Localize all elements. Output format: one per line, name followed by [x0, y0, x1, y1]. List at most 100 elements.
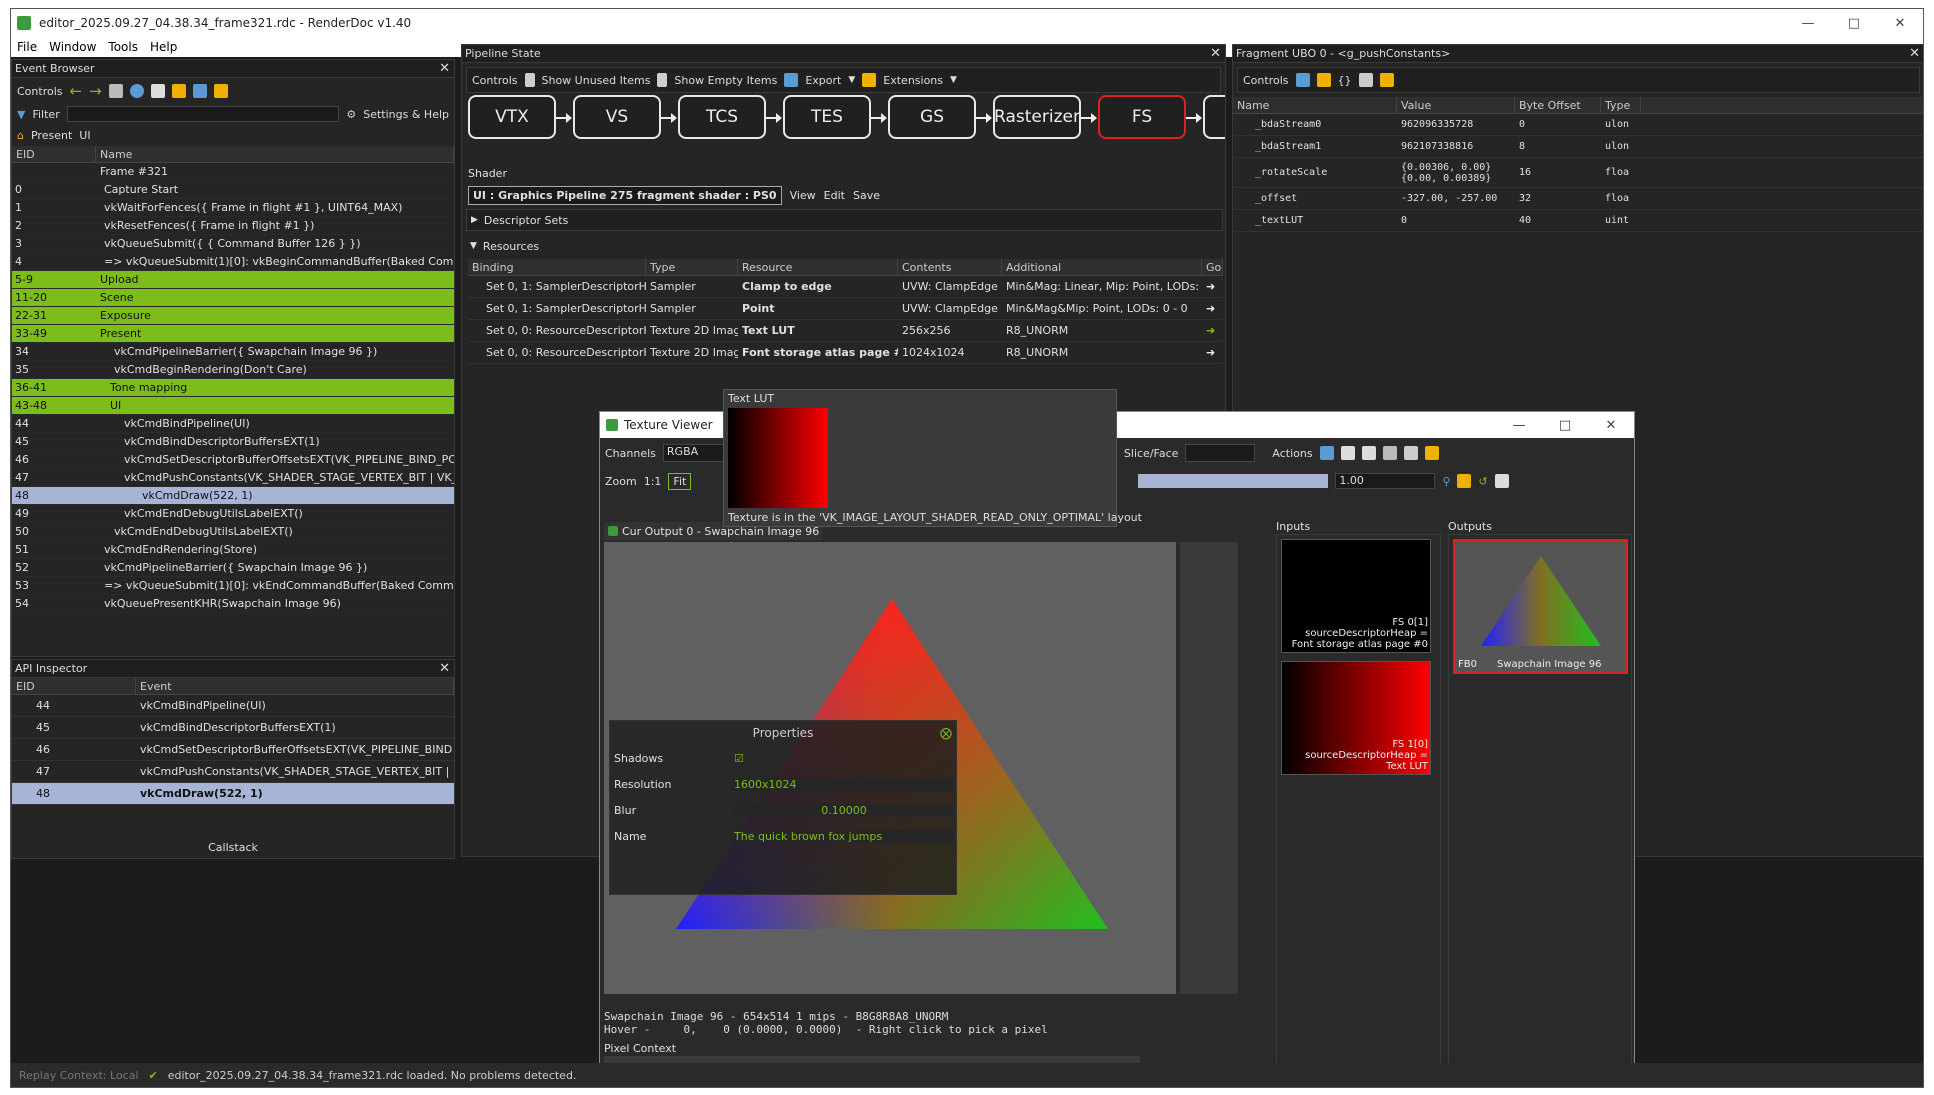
- close-circle-icon[interactable]: ⨂: [940, 726, 952, 740]
- event-row[interactable]: 43-48 UI: [12, 397, 454, 415]
- close-icon[interactable]: ✕: [439, 662, 450, 675]
- api-row[interactable]: 44 vkCmdBindPipeline(UI): [12, 695, 454, 717]
- event-row[interactable]: 50 vkCmdEndDebugUtilsLabelEXT(): [12, 523, 454, 541]
- settings-gear-icon[interactable]: ⚙: [346, 108, 356, 121]
- extensions-icon[interactable]: [1424, 446, 1439, 460]
- save-icon[interactable]: [192, 84, 207, 98]
- event-row[interactable]: 44 vkCmdBindPipeline(UI): [12, 415, 454, 433]
- stage-tes[interactable]: TES: [783, 95, 871, 139]
- event-row[interactable]: 0 Capture Start: [12, 181, 454, 199]
- save-shader-button[interactable]: Save: [853, 189, 880, 202]
- channels-select[interactable]: RGBA: [662, 444, 731, 462]
- menu-file[interactable]: File: [11, 40, 43, 54]
- event-row[interactable]: 45 vkCmdBindDescriptorBuffersEXT(1): [12, 433, 454, 451]
- event-row[interactable]: 36-41 Tone mapping: [12, 379, 454, 397]
- stage-tcs[interactable]: TCS: [678, 95, 766, 139]
- minimize-button[interactable]: —: [1496, 412, 1542, 439]
- resolution-select[interactable]: 1600x1024: [734, 777, 954, 791]
- fit-button[interactable]: Fit: [668, 472, 692, 490]
- event-row[interactable]: 47 vkCmdPushConstants(VK_SHADER_STAGE_VER…: [12, 469, 454, 487]
- descriptor-sets-section[interactable]: ▶ Descriptor Sets: [466, 209, 1223, 231]
- ubo-col-header[interactable]: Type: [1601, 97, 1641, 113]
- event-row[interactable]: 4 => vkQueueSubmit(1)[0]: vkBeginCommandB…: [12, 253, 454, 271]
- col-eid[interactable]: EID: [12, 678, 136, 694]
- zoom-icon[interactable]: ⚲: [1442, 475, 1450, 488]
- pick-icon[interactable]: [1457, 474, 1472, 488]
- event-row[interactable]: 35 vkCmdBeginRendering(Don't Care): [12, 361, 454, 379]
- api-row[interactable]: 45 vkCmdBindDescriptorBuffersEXT(1): [12, 717, 454, 739]
- filter-input[interactable]: [66, 106, 340, 122]
- bookmark-icon[interactable]: [108, 84, 123, 98]
- input-thumb-text-lut[interactable]: FS 1[0] sourceDescriptorHeap = Text LUT: [1281, 661, 1431, 775]
- event-row[interactable]: 34 vkCmdPipelineBarrier({ Swapchain Image…: [12, 343, 454, 361]
- stage-vs[interactable]: VS: [573, 95, 661, 139]
- event-row[interactable]: 33-49 Present: [12, 325, 454, 343]
- extensions-icon[interactable]: [213, 84, 228, 98]
- go-arrow-icon[interactable]: ➜: [1202, 280, 1223, 293]
- event-row[interactable]: 52 vkCmdPipelineBarrier({ Swapchain Image…: [12, 559, 454, 577]
- minimize-button[interactable]: —: [1785, 9, 1831, 37]
- event-row[interactable]: 3 vkQueueSubmit({ { Command Buffer 126 } …: [12, 235, 454, 253]
- export-button[interactable]: Export: [805, 74, 841, 87]
- api-row[interactable]: 48 vkCmdDraw(522, 1): [12, 783, 454, 805]
- ubo-row[interactable]: _rotateScale {0.00306, 0.00} {0.00, 0.003…: [1233, 158, 1923, 188]
- input-thumb-font-atlas[interactable]: FS 0[1] sourceDescriptorHeap = Font stor…: [1281, 539, 1431, 653]
- menu-tools[interactable]: Tools: [102, 40, 144, 54]
- event-row[interactable]: 5-9 Upload: [12, 271, 454, 289]
- edit-shader-button[interactable]: Edit: [824, 189, 845, 202]
- col-name[interactable]: Name: [96, 146, 454, 162]
- texture-canvas[interactable]: Properties ⨂ Shadows ☑ Resolution 1600x1…: [604, 542, 1176, 994]
- ubo-row[interactable]: _textLUT 0 40 uint: [1233, 210, 1923, 232]
- close-button[interactable]: ✕: [1877, 9, 1923, 37]
- shadows-checkbox[interactable]: ☑: [734, 752, 744, 765]
- ubo-col-header[interactable]: Name: [1233, 97, 1397, 113]
- home-icon[interactable]: ⌂: [17, 129, 24, 142]
- resource-row[interactable]: Set 0, 0: ResourceDescriptorHeap[0] Textu…: [468, 320, 1223, 342]
- show-unused-button[interactable]: Show Unused Items: [542, 74, 651, 87]
- canvas-scroll-area[interactable]: [1180, 542, 1238, 994]
- forward-arrow-icon[interactable]: →: [89, 82, 102, 100]
- res-col-header[interactable]: Binding: [468, 259, 646, 275]
- api-row[interactable]: 46 vkCmdSetDescriptorBufferOffsetsEXT(VK_…: [12, 739, 454, 761]
- link-icon[interactable]: [1358, 73, 1373, 87]
- gear-icon[interactable]: [171, 84, 186, 98]
- blur-slider[interactable]: 0.10000: [734, 803, 954, 817]
- col-eid[interactable]: EID: [12, 146, 96, 162]
- link-icon[interactable]: [1403, 446, 1418, 460]
- timeline-icon[interactable]: [129, 84, 144, 98]
- range-slider[interactable]: [1138, 474, 1329, 488]
- res-col-header[interactable]: Additional: [1002, 259, 1202, 275]
- close-button[interactable]: ✕: [1588, 412, 1634, 439]
- resource-row[interactable]: Set 0, 1: SamplerDescriptorHeap[3] Sample…: [468, 298, 1223, 320]
- menu-help[interactable]: Help: [144, 40, 183, 54]
- event-row[interactable]: Frame #321: [12, 163, 454, 181]
- res-col-header[interactable]: Type: [646, 259, 738, 275]
- save-icon[interactable]: [1319, 446, 1334, 460]
- stage-fs[interactable]: FS: [1098, 95, 1186, 139]
- res-col-header[interactable]: Go: [1202, 259, 1223, 275]
- chart-icon[interactable]: [150, 84, 165, 98]
- histogram-icon[interactable]: [1494, 474, 1509, 488]
- settings-help-link[interactable]: Settings & Help: [363, 108, 449, 121]
- close-icon[interactable]: ✕: [439, 62, 450, 75]
- extensions-button[interactable]: Extensions: [883, 74, 943, 87]
- res-col-header[interactable]: Contents: [898, 259, 1002, 275]
- shader-name-field[interactable]: UI : Graphics Pipeline 275 fragment shad…: [468, 185, 782, 205]
- resource-row[interactable]: Set 0, 0: ResourceDescriptorHeap[1] Textu…: [468, 342, 1223, 364]
- maximize-button[interactable]: □: [1542, 412, 1588, 439]
- ubo-row[interactable]: _offset -327.00, -257.00 32 floa: [1233, 188, 1923, 210]
- event-row[interactable]: 54 vkQueuePresentKHR(Swapchain Image 96): [12, 595, 454, 613]
- name-input[interactable]: The quick brown fox jumps: [734, 829, 954, 843]
- api-row[interactable]: 47 vkCmdPushConstants(VK_SHADER_STAGE_VER…: [12, 761, 454, 783]
- extensions-icon[interactable]: [1379, 73, 1394, 87]
- callstack-toggle[interactable]: Callstack: [12, 841, 454, 854]
- event-row[interactable]: 51 vkCmdEndRendering(Store): [12, 541, 454, 559]
- col-event[interactable]: Event: [136, 678, 454, 694]
- stage-rasterizer[interactable]: Rasterizer: [993, 95, 1081, 139]
- output-thumb-fb0[interactable]: FB0 Swapchain Image 96: [1453, 539, 1628, 674]
- open-icon[interactable]: [1361, 446, 1376, 460]
- ubo-col-header[interactable]: Byte Offset: [1515, 97, 1601, 113]
- menu-window[interactable]: Window: [43, 40, 102, 54]
- back-arrow-icon[interactable]: ←: [70, 82, 83, 100]
- event-row[interactable]: 46 vkCmdSetDescriptorBufferOffsetsEXT(VK_…: [12, 451, 454, 469]
